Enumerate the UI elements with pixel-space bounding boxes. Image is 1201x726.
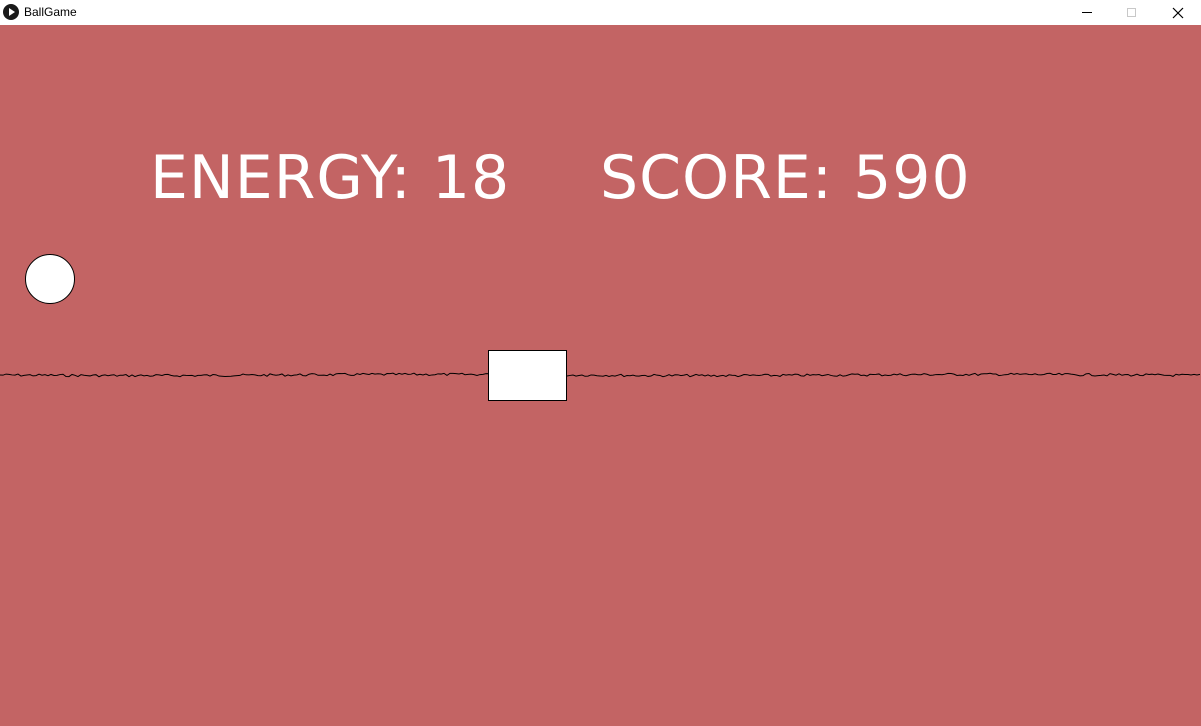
close-button[interactable] — [1155, 0, 1200, 25]
player-block — [488, 350, 567, 401]
maximize-button[interactable] — [1109, 0, 1154, 25]
minimize-icon — [1081, 12, 1092, 13]
close-icon — [1172, 7, 1183, 18]
maximize-icon — [1127, 8, 1136, 17]
ball — [25, 254, 75, 304]
play-icon — [3, 4, 19, 20]
ground-line — [0, 372, 1201, 378]
title-bar[interactable]: BallGame — [0, 0, 1201, 25]
game-canvas[interactable]: ENERGY: 18 SCORE: 590 — [0, 25, 1201, 726]
minimize-button[interactable] — [1064, 0, 1109, 25]
window-title: BallGame — [24, 5, 77, 19]
playfield — [0, 254, 1201, 401]
game-window: BallGame ENERGY: 18 SCORE: 590 — [0, 0, 1201, 726]
